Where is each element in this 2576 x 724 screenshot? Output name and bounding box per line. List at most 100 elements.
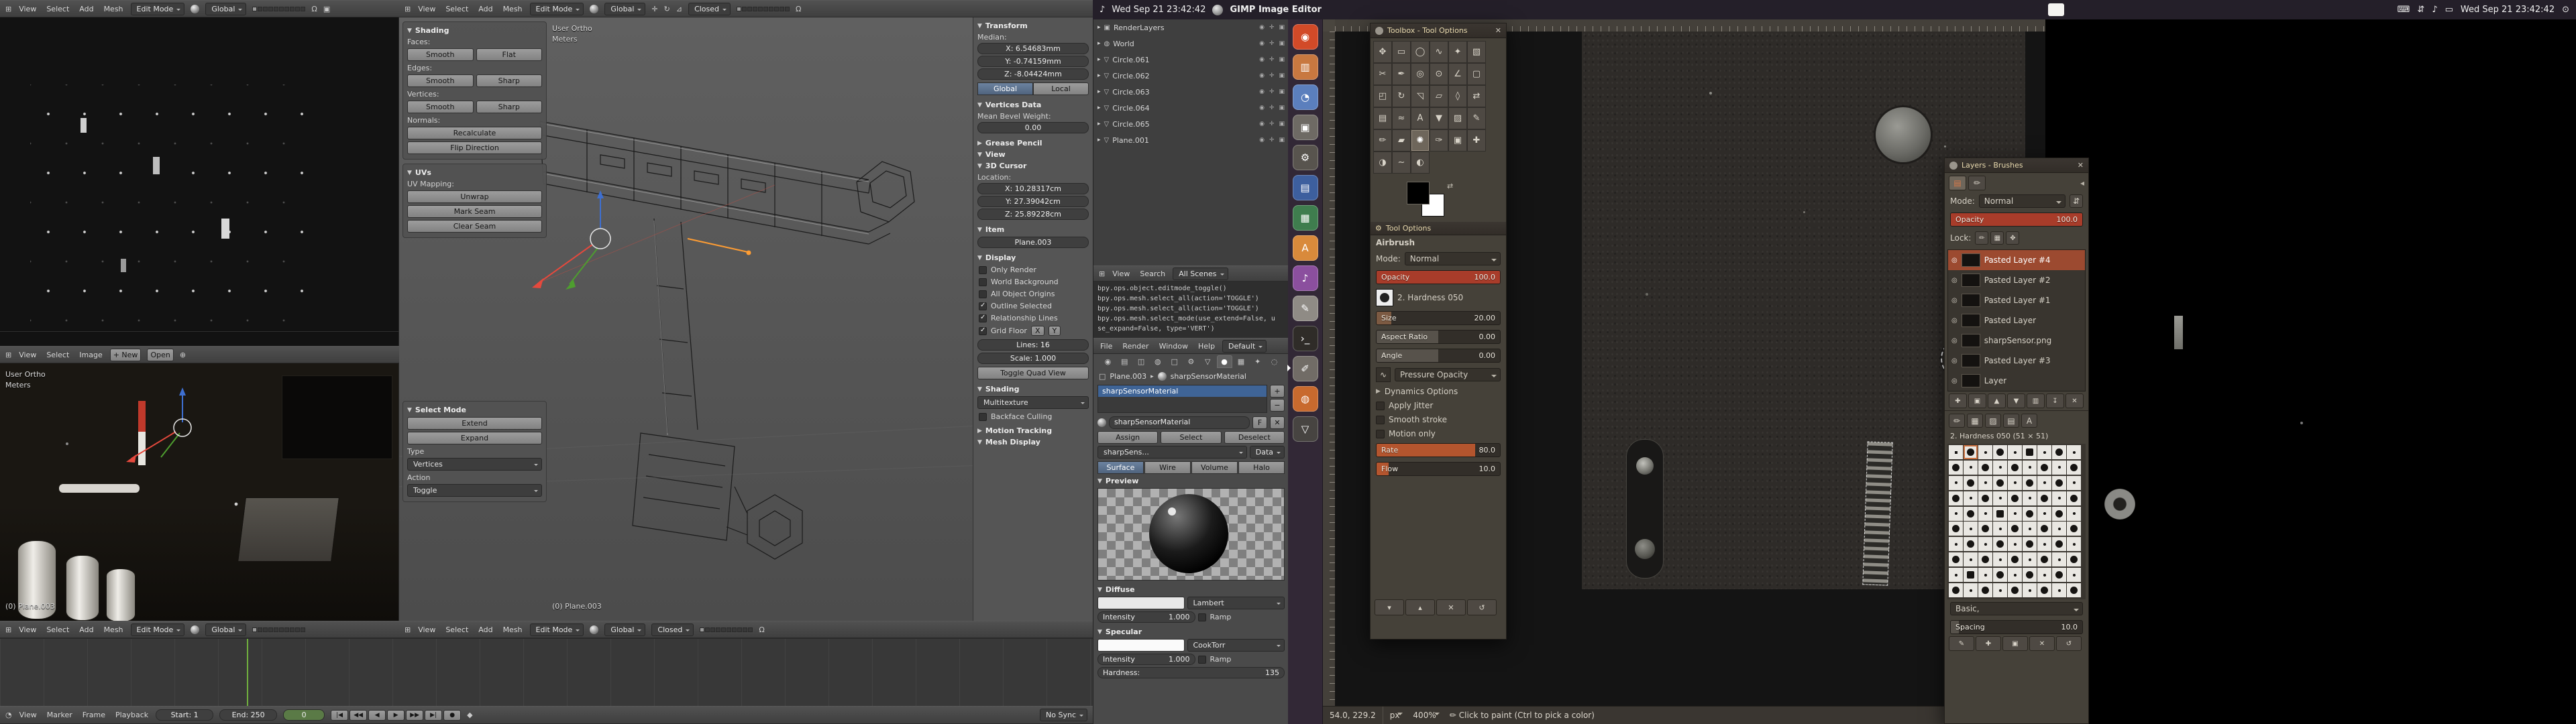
delete-brush-button[interactable]: ✕ [2029, 636, 2055, 651]
brush-swatch[interactable] [2052, 476, 2066, 490]
brush-swatch[interactable] [1978, 491, 1992, 505]
brush-swatch[interactable] [1993, 537, 2007, 551]
brush-swatch[interactable] [1978, 476, 1992, 490]
orientation-dropdown[interactable]: Global [604, 3, 645, 15]
brush-swatch[interactable] [2067, 461, 2081, 475]
scale-tool[interactable]: ◹ [1411, 85, 1430, 107]
brush-swatch[interactable] [2023, 491, 2037, 505]
specular-intensity-slider[interactable]: Intensity1.000 [1097, 654, 1195, 665]
brush-swatch[interactable] [2037, 568, 2051, 582]
brush-swatch[interactable] [2037, 461, 2051, 475]
selectable-icon[interactable]: ✛ [1269, 24, 1275, 31]
orientation-dropdown[interactable]: Global [205, 3, 246, 15]
launcher-libreoffice-writer[interactable]: ▤ [1293, 175, 1318, 200]
tool-option-checkbox[interactable]: Smooth stroke [1376, 415, 1501, 424]
brush-swatch[interactable] [2052, 552, 2066, 566]
brush-swatch[interactable] [2052, 445, 2066, 459]
selectable-icon[interactable]: ✛ [1269, 105, 1275, 111]
brush-swatch[interactable] [2037, 522, 2051, 536]
brush-swatch[interactable] [2067, 445, 2081, 459]
brush-swatch[interactable] [2023, 568, 2037, 582]
renderable-icon[interactable]: ▣ [1279, 105, 1285, 111]
screen-layout-dropdown[interactable]: Default [1222, 340, 1267, 353]
info-menu[interactable]: File [1099, 341, 1114, 351]
layer-visibility-icon[interactable]: ◎ [1951, 337, 1957, 345]
visibility-eye-icon[interactable]: ◉ [1259, 40, 1265, 47]
outliner-row[interactable]: ▸▣RenderLayers ◉✛▣ [1093, 19, 1289, 36]
renderable-icon[interactable]: ▣ [1279, 24, 1285, 31]
brush-swatch[interactable] [1949, 476, 1963, 490]
renderable-icon[interactable]: ▣ [1279, 121, 1285, 127]
tab-material[interactable]: ● [1217, 355, 1232, 368]
duplicate-brush-button[interactable]: ▣ [2002, 636, 2028, 651]
layer-visibility-icon[interactable]: ◎ [1951, 277, 1957, 284]
brush-swatch[interactable] [2008, 461, 2022, 475]
faces-flat-button[interactable]: Flat [476, 48, 543, 61]
editor-type-icon[interactable]: ⊞ [405, 5, 411, 13]
rotate-tool[interactable]: ↻ [1392, 85, 1411, 107]
layer-row[interactable]: ◎ sharpSensor.png [1948, 330, 2085, 351]
tab-render[interactable]: ◉ [1100, 355, 1116, 368]
brush-swatch[interactable] [1949, 552, 1963, 566]
brush-swatch[interactable] [2008, 568, 2022, 582]
flip-direction-button[interactable]: Flip Direction [407, 141, 542, 154]
launcher-text-editor[interactable]: ✎ [1293, 296, 1318, 321]
brush-swatch[interactable] [1949, 491, 1963, 505]
editor-type-icon[interactable]: ◔ [5, 711, 12, 719]
display-checkbox[interactable]: Only Render [979, 265, 1087, 274]
angle-slider[interactable]: Angle0.00 [1376, 349, 1501, 363]
layer-row[interactable]: ◎ Pasted Layer #1 [1948, 290, 2085, 310]
auto-keyframe-icon[interactable]: ◆ [467, 711, 472, 719]
manipulator-translate-icon[interactable]: ✛ [651, 5, 657, 13]
layer-opacity-slider[interactable]: Opacity100.0 [1950, 213, 2083, 227]
brush-tag-entry[interactable]: Basic, [1950, 602, 2083, 615]
text-tool[interactable]: A [1411, 107, 1430, 129]
restore-options-button[interactable]: ▴ [1405, 599, 1435, 615]
mode-dropdown[interactable]: Edit Mode [530, 623, 584, 636]
outliner-menu[interactable]: View [1111, 269, 1131, 279]
edit-brush-button[interactable]: ✎ [1949, 636, 1974, 651]
mode-dropdown[interactable]: Edit Mode [131, 3, 185, 15]
viewport-shading-icon[interactable] [590, 625, 598, 634]
brush-swatch[interactable] [1964, 445, 1978, 459]
orientation-dropdown[interactable]: Global [604, 623, 645, 636]
layer-visibility-icon[interactable]: ◎ [1951, 357, 1957, 365]
launcher-blender[interactable]: ◍ [1293, 386, 1318, 412]
cursor-field[interactable]: Y: 27.39042cm [977, 196, 1089, 207]
foreground-color-swatch[interactable] [1407, 182, 1430, 204]
info-menu[interactable]: Render [1121, 341, 1150, 351]
verts-smooth-button[interactable]: Smooth [407, 101, 474, 113]
outliner-row[interactable]: ▸▽Plane.001 ◉✛▣ [1093, 132, 1289, 148]
refresh-brushes-button[interactable]: ↺ [2056, 636, 2082, 651]
clear-seam-button[interactable]: Clear Seam [407, 220, 542, 233]
crop-tool[interactable]: ▢ [1467, 63, 1486, 85]
brush-swatch[interactable] [1964, 583, 1978, 597]
clone-tool[interactable]: ▣ [1448, 129, 1467, 152]
selectable-icon[interactable]: ✛ [1269, 121, 1275, 127]
selectable-icon[interactable]: ✛ [1269, 56, 1275, 63]
header-menu[interactable]: Select [444, 4, 470, 14]
selectable-icon[interactable]: ✛ [1269, 72, 1275, 79]
snap-magnet-icon[interactable]: Ω [759, 625, 764, 634]
jump-to-start-button[interactable]: |◀ [331, 710, 348, 721]
brush-swatch[interactable] [2052, 537, 2066, 551]
visibility-eye-icon[interactable]: ◉ [1259, 121, 1265, 127]
header-menu[interactable]: Mesh [502, 4, 524, 14]
tab-world[interactable]: ◍ [1150, 355, 1165, 368]
timeline-menu[interactable]: Marker [46, 710, 74, 720]
brush-swatch[interactable] [1949, 568, 1963, 582]
select-button[interactable]: Select [1161, 431, 1221, 444]
ruler-corner[interactable] [1323, 19, 1335, 32]
brush-swatch[interactable] [2023, 461, 2037, 475]
header-menu[interactable]: Mesh [103, 625, 125, 635]
diffuse-shader-dropdown[interactable]: Lambert [1187, 597, 1285, 609]
hardness-slider[interactable]: Hardness:135 [1097, 667, 1285, 678]
paintbrush-tool[interactable]: ✏ [1373, 129, 1392, 152]
backface-culling-checkbox[interactable]: Backface Culling [979, 412, 1087, 421]
brush-swatch[interactable] [2008, 522, 2022, 536]
play-button[interactable]: ▶ [387, 710, 405, 721]
paint-mode-dropdown[interactable]: Normal [1405, 252, 1501, 265]
brush-swatch[interactable] [2052, 522, 2066, 536]
brush-swatch[interactable] [2052, 461, 2066, 475]
brush-swatch[interactable] [2023, 476, 2037, 490]
